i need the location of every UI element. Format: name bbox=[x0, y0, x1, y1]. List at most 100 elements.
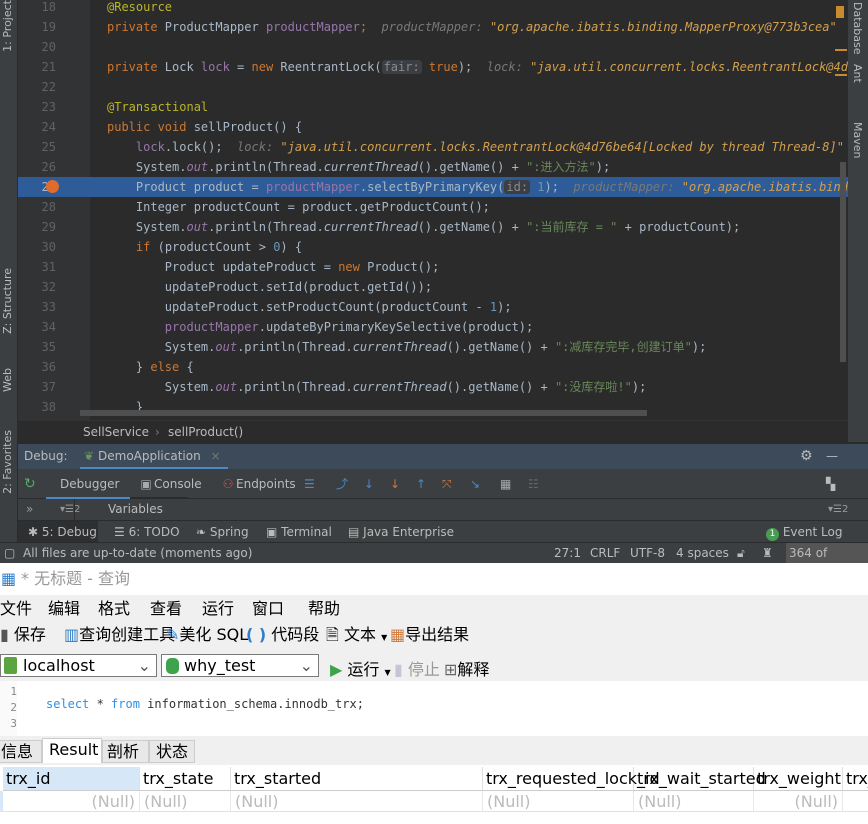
tab-endpoints[interactable]: ⚇ Endpoints bbox=[220, 469, 296, 499]
file-encoding[interactable]: UTF-8 bbox=[630, 543, 665, 564]
code-line[interactable]: 20 bbox=[18, 37, 848, 57]
tab-console[interactable]: ▣ Console bbox=[138, 469, 201, 499]
code-line[interactable]: 26 System.out.println(Thread.currentThre… bbox=[18, 157, 848, 177]
code-line[interactable]: 37 System.out.println(Thread.currentThre… bbox=[18, 377, 848, 397]
database-select[interactable]: why_test ⌄ bbox=[161, 654, 319, 677]
table-cell[interactable] bbox=[843, 791, 868, 812]
lock-icon[interactable]: 🔓︎ bbox=[737, 543, 745, 564]
code-line[interactable]: 28 Integer productCount = product.getPro… bbox=[18, 197, 848, 217]
column-header[interactable]: trx_requested_lock_id bbox=[483, 767, 660, 791]
save-button[interactable]: ▮ 保存 bbox=[0, 622, 46, 648]
indent[interactable]: 4 spaces bbox=[676, 543, 729, 564]
menu-item[interactable]: 文件 bbox=[0, 598, 32, 620]
tab-database[interactable]: Database bbox=[851, 2, 864, 55]
frames-icon[interactable]: ☰ bbox=[304, 469, 315, 499]
step-over-icon[interactable]: ↓ bbox=[364, 469, 374, 499]
table-cell[interactable]: (Null) bbox=[483, 791, 634, 812]
evaluate-expression-icon[interactable]: ▦ bbox=[500, 469, 511, 499]
tab-web[interactable]: Web bbox=[1, 368, 14, 392]
code-editor[interactable]: 18 @Resource 19 private ProductMapper produ… bbox=[18, 0, 848, 420]
menu-item[interactable]: 窗口 bbox=[252, 598, 284, 620]
code-line[interactable]: 25 lock.lock(); lock: "java.util.concurr… bbox=[18, 137, 848, 157]
table-cell[interactable]: (Null) bbox=[754, 791, 843, 812]
sql-text[interactable]: select * from information_schema.innodb_… bbox=[46, 697, 364, 711]
breadcrumb-class[interactable]: SellService bbox=[83, 421, 149, 443]
tab-favorites[interactable]: 2: Favorites bbox=[1, 430, 14, 494]
layout-icon[interactable]: ▚ bbox=[826, 469, 835, 499]
export-result-button[interactable]: ▦导出结果 bbox=[390, 622, 469, 648]
run-to-cursor-icon[interactable]: ↘ bbox=[470, 469, 480, 499]
tab-info[interactable]: 信息 bbox=[0, 740, 42, 763]
code-line[interactable]: 27 Product product = productMapper.selec… bbox=[18, 177, 848, 197]
line-separator[interactable]: CRLF bbox=[590, 543, 620, 564]
tab-maven[interactable]: Maven bbox=[851, 122, 864, 158]
explain-button[interactable]: ⊞解释 bbox=[444, 656, 489, 680]
table-cell[interactable]: (Null) bbox=[3, 791, 140, 812]
query-builder-button[interactable]: ▥查询创建工具 bbox=[64, 622, 175, 648]
error-stripe-mark[interactable] bbox=[835, 74, 847, 76]
code-line[interactable]: 32 updateProduct.setId(product.getId()); bbox=[18, 277, 848, 297]
code-line[interactable]: 36 } else { bbox=[18, 357, 848, 377]
tab-status[interactable]: 状态 bbox=[149, 740, 195, 763]
code-line[interactable]: 18 @Resource bbox=[18, 0, 848, 17]
tab-demo-application[interactable]: ❦ DemoApplication × bbox=[80, 444, 228, 469]
error-stripe-mark[interactable] bbox=[835, 49, 847, 51]
breadcrumb-method[interactable]: sellProduct() bbox=[168, 421, 243, 443]
code-line[interactable]: 31 Product updateProduct = new Product()… bbox=[18, 257, 848, 277]
menu-item[interactable]: 编辑 bbox=[48, 598, 80, 620]
connection-select[interactable]: localhost ⌄ bbox=[0, 654, 157, 677]
code-line[interactable]: 22 bbox=[18, 77, 848, 97]
minimize-icon[interactable]: — bbox=[826, 444, 838, 469]
variables-menu-icon[interactable]: ▾☰2 bbox=[828, 499, 848, 520]
tab-project[interactable]: 1: Project bbox=[1, 0, 14, 52]
code-line[interactable]: 29 System.out.println(Thread.currentThre… bbox=[18, 217, 848, 237]
gear-icon[interactable]: ⚙ bbox=[800, 444, 813, 469]
column-header[interactable]: trx_wait_started bbox=[634, 767, 766, 791]
tab-profile[interactable]: 剖析 bbox=[102, 740, 149, 763]
panel-toggle-icon[interactable]: ▢ bbox=[4, 543, 15, 564]
code-snippet-button[interactable]: ( ) 代码段 bbox=[246, 622, 319, 648]
tab-ant[interactable]: Ant bbox=[851, 64, 864, 83]
warning-marker[interactable] bbox=[836, 6, 844, 18]
column-header[interactable]: trx_id bbox=[3, 767, 140, 791]
run-button[interactable]: ▶ 运行 ▼ bbox=[330, 656, 391, 680]
text-button[interactable]: 🗎︎ 文本 ▼ bbox=[326, 622, 387, 651]
vertical-scrollbar[interactable] bbox=[840, 162, 846, 362]
tool-java-enterprise[interactable]: ▤ Java Enterprise bbox=[348, 521, 454, 543]
step-out-icon[interactable]: ↑ bbox=[416, 469, 426, 499]
tab-structure[interactable]: Z: Structure bbox=[1, 268, 14, 334]
breakpoint-icon[interactable] bbox=[46, 180, 59, 193]
tool-debug[interactable]: ✱ 5: Debug bbox=[18, 521, 98, 542]
code-line[interactable]: 21 private Lock lock = new ReentrantLock(… bbox=[18, 57, 848, 77]
show-execution-point-icon[interactable]: ⤴ bbox=[336, 469, 348, 499]
code-line[interactable]: 30 if (productCount > 0) { bbox=[18, 237, 848, 257]
tab-debugger[interactable]: Debugger bbox=[46, 469, 130, 499]
horizontal-scrollbar[interactable] bbox=[80, 410, 647, 416]
code-line[interactable]: 35 System.out.println(Thread.currentThre… bbox=[18, 337, 848, 357]
trace-icon[interactable]: ☷ bbox=[528, 469, 539, 499]
menu-item[interactable]: 查看 bbox=[150, 598, 182, 620]
step-into-icon[interactable]: ↓ bbox=[390, 469, 400, 499]
code-line[interactable]: 34 productMapper.updateByPrimaryKeySelec… bbox=[18, 317, 848, 337]
beautify-sql-button[interactable]: ✎美化 SQL bbox=[166, 622, 248, 648]
tool-terminal[interactable]: ▣ Terminal bbox=[266, 521, 332, 543]
menu-item[interactable]: 帮助 bbox=[308, 598, 340, 620]
table-cell[interactable]: (Null) bbox=[231, 791, 483, 812]
column-header[interactable]: trx_weight bbox=[754, 767, 843, 791]
tool-todo[interactable]: ☰ 6: TODO bbox=[114, 521, 180, 543]
stop-button[interactable]: ▮ 停止 bbox=[394, 656, 440, 680]
event-log[interactable]: 1 Event Log bbox=[766, 521, 842, 543]
table-cell[interactable]: (Null) bbox=[140, 791, 231, 812]
close-icon[interactable]: × bbox=[211, 449, 221, 463]
menu-item[interactable]: 运行 bbox=[202, 598, 234, 620]
code-line[interactable]: 24 public void sellProduct() { bbox=[18, 117, 848, 137]
menu-item[interactable]: 格式 bbox=[98, 598, 130, 620]
column-header[interactable]: trx_m bbox=[843, 767, 868, 791]
column-header[interactable]: trx_started bbox=[231, 767, 483, 791]
rerun-icon[interactable]: ↻ bbox=[24, 469, 36, 499]
code-line[interactable]: 33 updateProduct.setProductCount(product… bbox=[18, 297, 848, 317]
caret-position[interactable]: 27:1 bbox=[554, 543, 581, 564]
code-line[interactable]: 19 private ProductMapper productMapper; p… bbox=[18, 17, 848, 37]
code-line[interactable]: 23 @Transactional bbox=[18, 97, 848, 117]
tab-result-1[interactable]: Result 1 bbox=[42, 738, 102, 781]
